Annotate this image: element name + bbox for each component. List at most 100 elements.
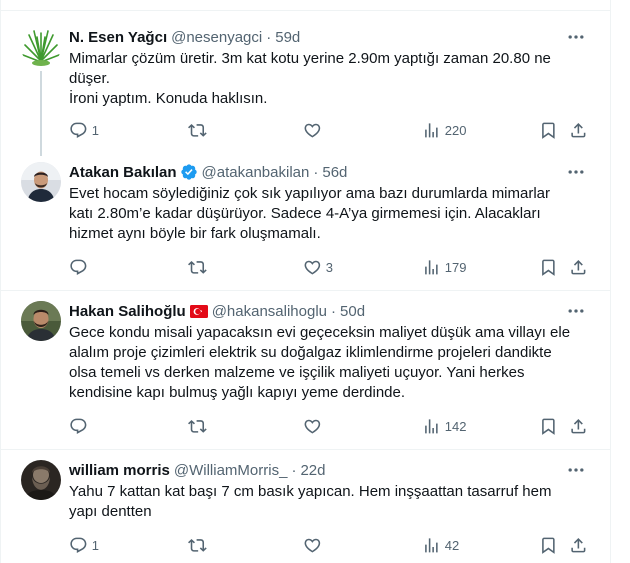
tweet-text-line: Gece kondu misali yapacaksın evi geçecek… — [69, 324, 571, 341]
author-handle[interactable]: @WilliamMorris_ — [174, 462, 288, 479]
tweet-text-line: alalım proje çizimleri elektrik su doğal… — [69, 344, 552, 361]
like-icon — [304, 538, 321, 553]
like-button[interactable]: 3 — [303, 257, 333, 277]
thread-connector — [40, 71, 42, 156]
tweet-actions: 142 — [1, 416, 610, 436]
reply-button[interactable] — [69, 257, 92, 277]
retweet-icon — [188, 123, 207, 137]
share-button[interactable] — [569, 257, 588, 277]
author-handle[interactable]: @hakansalihoglu — [212, 303, 327, 320]
author-name[interactable]: Atakan Bakılan — [69, 164, 177, 181]
author-handle[interactable]: @nesenyagci — [171, 29, 262, 46]
like-icon — [304, 123, 321, 138]
retweet-button[interactable] — [188, 120, 211, 140]
timestamp[interactable]: 59d — [275, 29, 300, 46]
tweet-header: william morris @WilliamMorris_ · 22d — [69, 460, 325, 480]
reply-icon — [70, 122, 87, 138]
tweet-text: Yahu 7 kattan kat başı 7 cm basık yapıca… — [69, 482, 584, 522]
tweet-text-line: düşer. — [69, 70, 110, 87]
more-options-button[interactable] — [566, 301, 586, 321]
more-options-button[interactable] — [566, 460, 586, 480]
bookmark-icon — [542, 122, 555, 139]
tweet-text-line: hizmet aynı böyle bir fark oluşmamalı. — [69, 225, 321, 242]
person-photo-avatar-icon — [21, 162, 61, 202]
timestamp[interactable]: 22d — [300, 462, 325, 479]
tweet-text-line: İroni yaptım. Konuda haklısın. — [69, 90, 268, 107]
timestamp[interactable]: 56d — [322, 164, 347, 181]
retweet-icon — [188, 538, 207, 552]
tweet-text-line: yapı dentten — [69, 503, 152, 520]
tweet-text: Mimarlar çözüm üretir. 3m kat kotu yerin… — [69, 49, 584, 109]
share-button[interactable] — [569, 120, 588, 140]
tweet-hakansalihoglu[interactable]: Hakan Salihoğlu @hakansalihoglu · 50d Ge… — [1, 291, 610, 450]
verified-badge-icon — [180, 164, 197, 180]
more-icon — [568, 170, 584, 174]
tweet-atakanbakilan[interactable]: Atakan Bakılan @atakanbakilan · 56d Evet… — [1, 152, 610, 291]
tweet-nesenyagci[interactable]: N. Esen Yağcı @nesenyagci · 59d Mimarlar… — [1, 11, 610, 156]
avatar[interactable] — [21, 460, 61, 500]
more-icon — [568, 309, 584, 313]
bookmark-button[interactable] — [539, 257, 558, 277]
share-button[interactable] — [569, 416, 588, 436]
like-icon — [304, 419, 321, 434]
views-button[interactable]: 179 — [422, 257, 466, 277]
share-icon — [571, 537, 586, 553]
view-count: 42 — [444, 537, 460, 553]
like-count: 3 — [325, 259, 333, 275]
separator-dot: · — [266, 28, 272, 46]
bookmark-icon — [542, 259, 555, 276]
more-options-button[interactable] — [566, 162, 586, 182]
turkey-flag-icon — [189, 304, 208, 318]
reply-icon — [70, 418, 87, 434]
retweet-button[interactable] — [188, 535, 211, 555]
tweet-header: Atakan Bakılan @atakanbakilan · 56d — [69, 162, 347, 182]
tweet-text-line: Evet hocam söylediğiniz çok sık yapılıyo… — [69, 185, 551, 202]
more-options-button[interactable] — [566, 27, 586, 47]
tweet-text-line: Mimarlar çözüm üretir. 3m kat kotu yerin… — [69, 50, 551, 67]
views-button[interactable]: 220 — [422, 120, 466, 140]
timestamp[interactable]: 50d — [340, 303, 365, 320]
like-button[interactable] — [303, 535, 326, 555]
separator-dot: · — [313, 163, 319, 181]
tweet-text-line: kendisine kapı bulmuş yağlı kapıyı yeme … — [69, 384, 406, 401]
reply-icon — [70, 537, 87, 553]
avatar[interactable] — [21, 27, 61, 67]
bookmark-button[interactable] — [539, 416, 558, 436]
tweet-williammorris[interactable]: william morris @WilliamMorris_ · 22d Yah… — [1, 450, 610, 563]
tweet-header: Hakan Salihoğlu @hakansalihoglu · 50d — [69, 301, 365, 321]
more-icon — [568, 35, 584, 39]
tweet-text-line: Yahu 7 kattan kat başı 7 cm basık yapıca… — [69, 483, 552, 500]
views-button[interactable]: 42 — [422, 535, 459, 555]
reply-button[interactable] — [69, 416, 92, 436]
tweet-header: N. Esen Yağcı @nesenyagci · 59d — [69, 27, 300, 47]
author-name[interactable]: william morris — [69, 462, 170, 479]
tweet-text: Gece kondu misali yapacaksın evi geçecek… — [69, 323, 584, 403]
share-icon — [571, 418, 586, 434]
retweet-button[interactable] — [188, 416, 211, 436]
reply-button[interactable]: 1 — [69, 535, 99, 555]
reply-button[interactable]: 1 — [69, 120, 99, 140]
author-name[interactable]: Hakan Salihoğlu — [69, 303, 186, 320]
reply-timeline: N. Esen Yağcı @nesenyagci · 59d Mimarlar… — [0, 0, 630, 563]
views-button[interactable]: 142 — [422, 416, 466, 436]
tweet-actions: 1 42 — [1, 535, 610, 555]
avatar[interactable] — [21, 301, 61, 341]
like-button[interactable] — [303, 120, 326, 140]
avatar[interactable] — [21, 162, 61, 202]
more-icon — [568, 468, 584, 472]
like-button[interactable] — [303, 416, 326, 436]
separator-dot: · — [331, 302, 337, 320]
portrait-avatar-icon — [21, 460, 61, 500]
author-handle[interactable]: @atakanbakilan — [202, 164, 310, 181]
author-name[interactable]: N. Esen Yağcı — [69, 29, 167, 46]
retweet-button[interactable] — [188, 257, 211, 277]
bookmark-icon — [542, 537, 555, 554]
bookmark-button[interactable] — [539, 120, 558, 140]
bookmark-button[interactable] — [539, 535, 558, 555]
tweet-actions: 1 220 — [1, 120, 610, 140]
like-icon — [304, 260, 321, 275]
views-icon — [425, 537, 438, 553]
bookmark-icon — [542, 418, 555, 435]
share-button[interactable] — [569, 535, 588, 555]
views-icon — [425, 259, 438, 275]
